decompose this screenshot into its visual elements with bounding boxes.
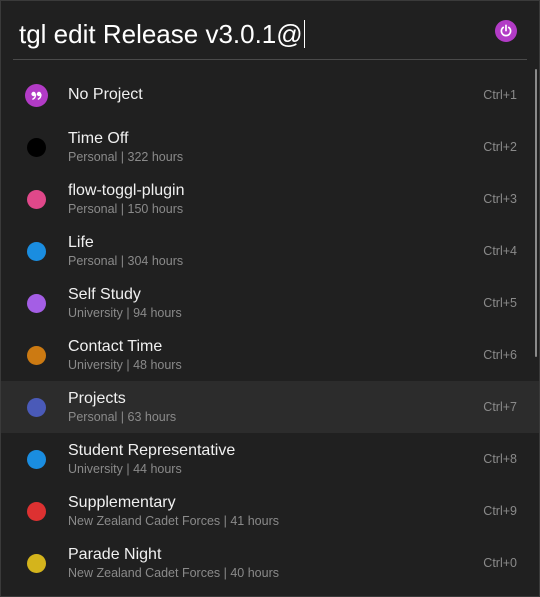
result-item[interactable]: Supplementary New Zealand Cadet Forces | … <box>1 485 539 537</box>
result-item[interactable]: Projects Personal | 63 hours Ctrl+7 <box>1 381 539 433</box>
result-title: Projects <box>68 390 126 407</box>
result-item[interactable]: Self Study University | 94 hours Ctrl+5 <box>1 277 539 329</box>
launcher-window: tgl edit Release v3.0.1@ No Project Ctrl+… <box>0 0 540 597</box>
result-hotkey: Ctrl+3 <box>483 192 517 206</box>
project-color-dot <box>27 294 46 313</box>
result-item[interactable]: Contact Time University | 48 hours Ctrl+6 <box>1 329 539 381</box>
project-color-dot <box>27 346 46 365</box>
result-hotkey: Ctrl+0 <box>483 556 517 570</box>
result-hotkey: Ctrl+4 <box>483 244 517 258</box>
result-hotkey: Ctrl+2 <box>483 140 517 154</box>
result-hotkey: Ctrl+8 <box>483 452 517 466</box>
result-title: Time Off <box>68 130 129 147</box>
result-hotkey: Ctrl+1 <box>483 88 517 102</box>
result-title: Parade Night <box>68 546 162 563</box>
result-subtitle: Personal | 150 hours <box>68 202 184 216</box>
project-color-dot <box>27 502 46 521</box>
result-item[interactable]: flow-toggl-plugin Personal | 150 hours Ctr… <box>1 173 539 225</box>
results-scrollbar[interactable] <box>535 69 537 357</box>
project-color-dot <box>27 138 46 157</box>
result-subtitle: New Zealand Cadet Forces | 40 hours <box>68 566 279 580</box>
result-item[interactable]: Time Off Personal | 322 hours Ctrl+2 <box>1 121 539 173</box>
project-color-dot <box>27 450 46 469</box>
result-subtitle: New Zealand Cadet Forces | 41 hours <box>68 514 279 528</box>
results-list: No Project Ctrl+1 Time Off Personal | 322 h… <box>1 69 539 589</box>
result-title: Life <box>68 234 94 251</box>
search-input[interactable]: tgl edit Release v3.0.1@ <box>19 15 305 53</box>
project-color-dot <box>27 398 46 417</box>
result-subtitle: University | 44 hours <box>68 462 182 476</box>
result-subtitle: Personal | 63 hours <box>68 410 177 424</box>
quote-icon <box>25 84 48 107</box>
result-subtitle: University | 94 hours <box>68 306 182 320</box>
result-hotkey: Ctrl+7 <box>483 400 517 414</box>
search-query-text: tgl edit Release v3.0.1@ <box>19 19 303 49</box>
result-subtitle: Personal | 322 hours <box>68 150 184 164</box>
result-hotkey: Ctrl+6 <box>483 348 517 362</box>
result-title: flow-toggl-plugin <box>68 182 185 199</box>
power-glyph <box>500 24 512 37</box>
project-color-dot <box>27 554 46 573</box>
toggl-power-icon <box>495 20 517 42</box>
result-title: No Project <box>68 86 143 103</box>
result-title: Self Study <box>68 286 141 303</box>
project-color-dot <box>27 242 46 261</box>
result-title: Student Representative <box>68 442 236 459</box>
result-hotkey: Ctrl+9 <box>483 504 517 518</box>
result-subtitle: Personal | 304 hours <box>68 254 184 268</box>
result-item[interactable]: No Project Ctrl+1 <box>1 69 539 121</box>
text-caret <box>303 20 305 48</box>
result-item[interactable]: Life Personal | 304 hours Ctrl+4 <box>1 225 539 277</box>
search-divider <box>13 59 527 60</box>
result-title: Supplementary <box>68 494 176 511</box>
result-item[interactable]: Parade Night New Zealand Cadet Forces | 4… <box>1 537 539 589</box>
project-color-dot <box>27 190 46 209</box>
result-item[interactable]: Student Representative University | 44 ho… <box>1 433 539 485</box>
result-subtitle: University | 48 hours <box>68 358 182 372</box>
result-title: Contact Time <box>68 338 163 355</box>
result-hotkey: Ctrl+5 <box>483 296 517 310</box>
search-row: tgl edit Release v3.0.1@ <box>1 1 539 59</box>
quote-glyph <box>31 91 42 100</box>
